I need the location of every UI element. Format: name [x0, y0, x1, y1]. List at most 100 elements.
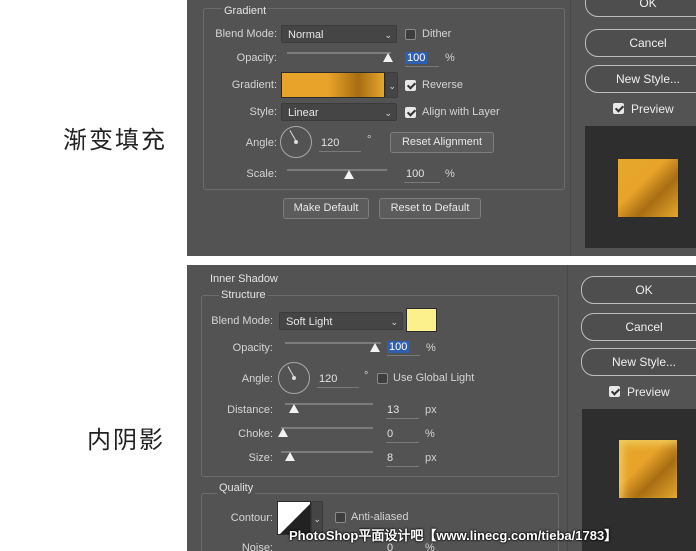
shadow-opacity-field[interactable]: 100 [387, 341, 410, 353]
distance-field-underline [386, 418, 419, 419]
choke-unit: % [425, 428, 435, 440]
size-label: Size: [248, 452, 273, 464]
shadow-angle-field[interactable]: 120 [319, 373, 337, 385]
distance-slider-thumb[interactable] [289, 404, 299, 413]
scale-field[interactable]: 100 [406, 168, 424, 180]
gradient-fill-label: 渐变填充 [63, 126, 167, 154]
scale-slider-thumb[interactable] [344, 170, 354, 179]
choke-label: Choke: [238, 428, 273, 440]
distance-label: Distance: [227, 404, 273, 416]
blend-mode-value: Normal [288, 29, 324, 41]
style-value: Linear [288, 107, 319, 119]
inner-shadow-label: 内阴影 [87, 426, 165, 454]
dither-label: Dither [422, 28, 452, 40]
make-default-button[interactable]: Make Default [283, 198, 369, 219]
new-style-button[interactable]: New Style... [585, 65, 696, 93]
column-divider [570, 0, 571, 256]
style-select[interactable]: Linear ⌄ [281, 103, 397, 121]
preview-checkbox[interactable] [613, 103, 624, 114]
chevron-down-icon: ⌄ [390, 317, 398, 327]
watermark-text: PhotoShop平面设计吧【www.linecg.com/tieba/1783… [289, 528, 618, 543]
style-label: Style: [249, 106, 277, 118]
shadow-opacity-slider-thumb[interactable] [370, 343, 380, 352]
inner-shadow-title: Inner Shadow [210, 273, 278, 285]
anti-aliased-checkbox[interactable] [335, 512, 346, 523]
distance-field[interactable]: 13 [387, 404, 399, 416]
shadow-angle-unit: ° [364, 370, 369, 382]
shadow-preview-checkbox[interactable] [609, 386, 620, 397]
structure-title: Structure [219, 289, 268, 301]
scale-label: Scale: [246, 168, 277, 180]
shadow-cancel-button[interactable]: Cancel [581, 313, 696, 341]
choke-field-underline [386, 442, 419, 443]
choke-slider-track[interactable] [281, 427, 373, 429]
size-unit: px [425, 452, 437, 464]
shadow-opacity-label: Opacity: [232, 342, 273, 354]
opacity-field[interactable]: 100 [405, 52, 428, 64]
opacity-label: Opacity: [236, 52, 277, 64]
align-with-layer-checkbox[interactable] [405, 107, 416, 118]
shadow-preview-swatch [618, 439, 678, 499]
blend-mode-select[interactable]: Normal ⌄ [281, 25, 397, 43]
reset-to-default-button[interactable]: Reset to Default [379, 198, 481, 219]
shadow-new-style-button[interactable]: New Style... [581, 348, 696, 376]
shadow-angle-dial[interactable] [278, 362, 310, 394]
chevron-down-icon: ⌄ [384, 108, 392, 118]
shadow-preview-label: Preview [627, 385, 670, 399]
inner-shadow-panel: Inner Shadow Structure Blend Mode: Soft … [187, 265, 696, 551]
anti-aliased-label: Anti-aliased [351, 511, 409, 523]
reset-alignment-button[interactable]: Reset Alignment [390, 132, 494, 153]
size-slider-thumb[interactable] [285, 452, 295, 461]
reverse-checkbox[interactable] [405, 80, 416, 91]
cancel-button[interactable]: Cancel [585, 29, 696, 57]
angle-label: Angle: [245, 137, 277, 149]
angle-unit: ° [367, 134, 372, 146]
opacity-slider-track[interactable] [287, 52, 391, 54]
gradient-label: Gradient: [231, 79, 277, 91]
choke-slider-thumb[interactable] [278, 428, 288, 437]
shadow-opacity-field-underline [387, 355, 420, 356]
shadow-color-swatch[interactable] [406, 308, 437, 332]
shadow-ok-button[interactable]: OK [581, 276, 696, 304]
angle-dial[interactable] [280, 126, 312, 158]
noise-label: Noise: [241, 542, 273, 551]
ok-button[interactable]: OK [585, 0, 696, 17]
shadow-angle-dial-center [292, 376, 296, 380]
preview-swatch [617, 158, 679, 218]
shadow-angle-label: Angle: [241, 373, 273, 385]
angle-field[interactable]: 120 [321, 137, 339, 149]
distance-unit: px [425, 404, 437, 416]
scale-unit: % [445, 168, 455, 180]
shadow-opacity-slider-track[interactable] [285, 342, 381, 344]
gradient-overlay-panel: Gradient Blend Mode: Normal ⌄ Dither Opa… [187, 0, 696, 256]
preview-area [585, 126, 696, 248]
shadow-blend-mode-value: Soft Light [286, 316, 333, 328]
preview-label: Preview [631, 102, 674, 116]
shadow-blend-mode-select[interactable]: Soft Light ⌄ [279, 312, 403, 330]
opacity-field-underline [405, 66, 439, 67]
scale-field-underline [404, 182, 440, 183]
use-global-light-label: Use Global Light [393, 372, 475, 384]
gradient-picker-dropdown[interactable]: ⌄ [385, 72, 398, 98]
use-global-light-checkbox[interactable] [377, 373, 388, 384]
angle-field-underline [319, 151, 361, 152]
gradient-swatch[interactable] [281, 72, 385, 98]
column-divider [567, 265, 568, 551]
opacity-unit: % [445, 52, 455, 64]
dither-checkbox[interactable] [405, 29, 416, 40]
reverse-label: Reverse [422, 79, 463, 91]
choke-field[interactable]: 0 [387, 428, 393, 440]
opacity-slider-thumb[interactable] [383, 53, 393, 62]
gradient-section-title: Gradient [222, 5, 269, 17]
scale-slider-track[interactable] [287, 169, 387, 171]
align-with-layer-label: Align with Layer [422, 106, 500, 118]
shadow-opacity-unit: % [426, 342, 436, 354]
shadow-angle-field-underline [317, 387, 359, 388]
chevron-down-icon: ⌄ [388, 81, 396, 91]
size-field[interactable]: 8 [387, 452, 393, 464]
shadow-blend-mode-label: Blend Mode: [211, 315, 273, 327]
angle-dial-center [294, 140, 298, 144]
chevron-down-icon: ⌄ [384, 30, 392, 40]
blend-mode-label: Blend Mode: [215, 28, 277, 40]
quality-title: Quality [217, 482, 256, 494]
